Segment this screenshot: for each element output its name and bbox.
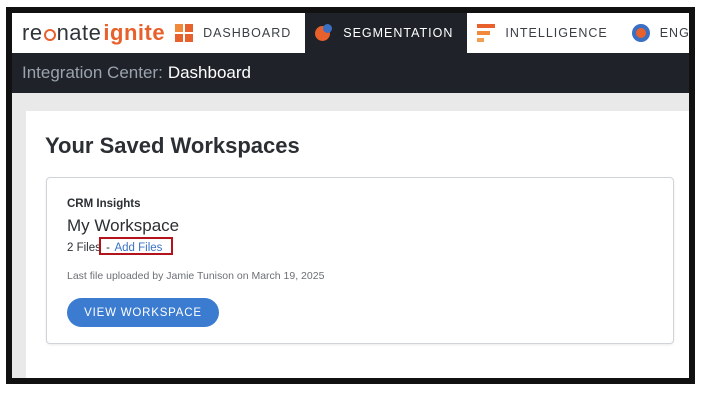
- add-files-link[interactable]: Add Files: [114, 242, 162, 254]
- nav-item-label: INTELLIGENCE: [505, 26, 608, 40]
- screenshot-frame: re nate ignite DASHBOARD SEGMENTATION INT…: [6, 7, 695, 384]
- dashboard-grid-icon: [175, 24, 194, 42]
- workspace-card: CRM Insights My Workspace 2 Files - Add …: [46, 177, 674, 344]
- page-title: Your Saved Workspaces: [45, 133, 300, 158]
- page-header-title: Dashboard: [167, 63, 251, 82]
- view-workspace-button[interactable]: VIEW WORKSPACE: [67, 298, 219, 327]
- files-separator: -: [106, 242, 110, 254]
- intelligence-bars-icon: [477, 24, 496, 42]
- logo-o-icon: [43, 29, 56, 41]
- page-header: Integration Center: Dashboard: [12, 53, 689, 93]
- last-upload-info: Last file uploaded by Jamie Tunison on M…: [67, 270, 325, 282]
- nav-item-label: DASHBOARD: [203, 26, 292, 40]
- logo-text-ignite: ignite: [103, 20, 166, 45]
- nav-item-engagement[interactable]: ENGA: [621, 13, 690, 53]
- logo-text-resonate: re nate: [22, 20, 102, 45]
- saved-workspaces-panel: Your Saved Workspaces CRM Insights My Wo…: [26, 111, 689, 378]
- segmentation-icon: [315, 24, 333, 42]
- top-navigation: re nate ignite DASHBOARD SEGMENTATION INT…: [12, 13, 689, 53]
- nav-item-intelligence[interactable]: INTELLIGENCE: [467, 13, 622, 53]
- engagement-target-icon: [631, 24, 650, 42]
- breadcrumb-prefix: Integration Center:: [22, 63, 163, 82]
- files-count: 2 Files: [67, 242, 101, 254]
- nav-item-label: ENGA: [659, 26, 690, 40]
- resonate-ignite-logo[interactable]: re nate ignite: [12, 13, 166, 53]
- workspace-category: CRM Insights: [67, 198, 141, 210]
- nav-item-label: SEGMENTATION: [343, 26, 454, 40]
- nav-item-dashboard[interactable]: DASHBOARD: [165, 13, 306, 53]
- workspace-files-line: 2 Files - Add Files: [67, 242, 162, 254]
- nav-item-segmentation[interactable]: SEGMENTATION: [305, 13, 468, 53]
- workspace-name: My Workspace: [67, 216, 180, 235]
